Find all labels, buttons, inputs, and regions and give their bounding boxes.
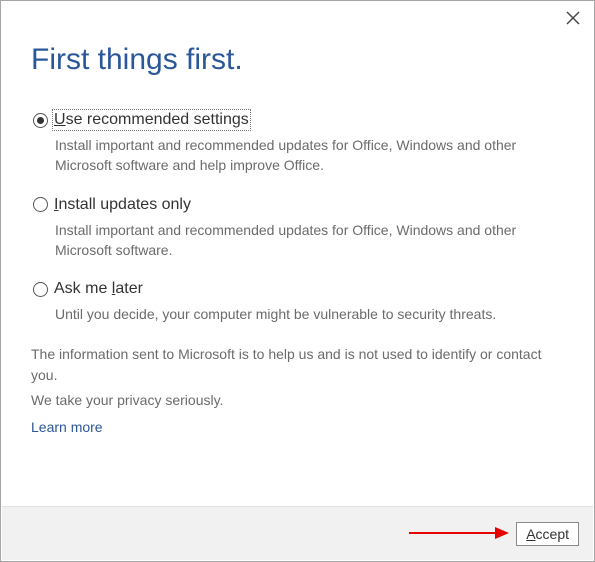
dialog-title: First things first. [31,43,564,77]
dialog-footer: Accept [2,506,593,560]
option-updates-only-label[interactable]: Install updates only [54,196,191,214]
option-updates-only-desc: Install important and recommended update… [55,220,564,261]
option-ask-later-desc: Until you decide, your computer might be… [55,304,564,324]
option-recommended-label[interactable]: Use recommended settings [54,111,249,129]
close-icon[interactable] [566,11,582,27]
option-recommended-desc: Install important and recommended update… [55,135,564,176]
radio-ask-later[interactable] [33,282,48,297]
accept-button[interactable]: Accept [516,522,579,546]
option-ask-later-label[interactable]: Ask me later [54,280,143,298]
info-line-2: We take your privacy seriously. [31,390,564,411]
option-recommended[interactable]: Use recommended settings Install importa… [31,111,564,176]
option-ask-later[interactable]: Ask me later Until you decide, your comp… [31,280,564,324]
radio-updates-only[interactable] [33,197,48,212]
option-updates-only[interactable]: Install updates only Install important a… [31,196,564,261]
learn-more-link[interactable]: Learn more [31,419,103,435]
radio-recommended[interactable] [33,113,48,128]
first-things-first-dialog: First things first. Use recommended sett… [0,0,595,562]
info-line-1: The information sent to Microsoft is to … [31,344,564,386]
